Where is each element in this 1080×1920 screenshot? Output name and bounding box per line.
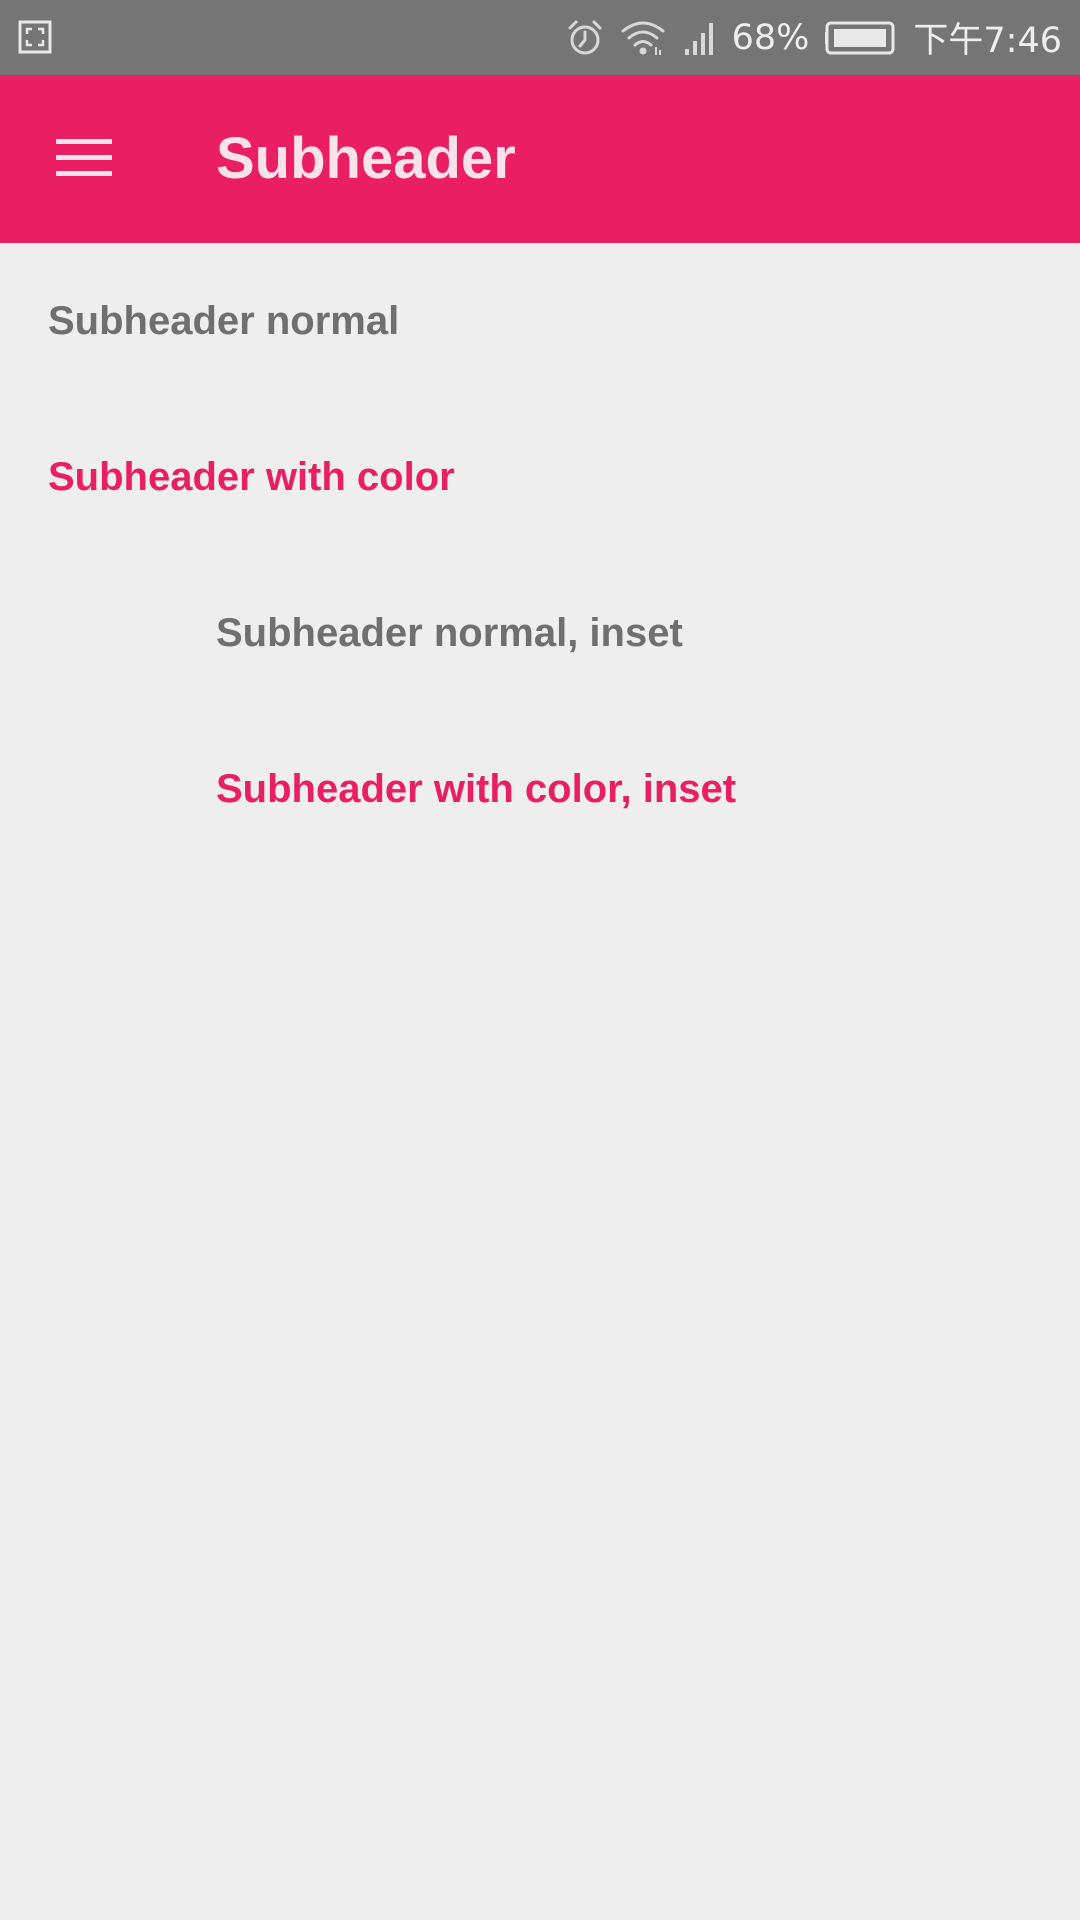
wifi-icon bbox=[620, 19, 666, 57]
screenshot-frame-icon bbox=[18, 20, 52, 54]
subheader-with-color-inset: Subheader with color, inset bbox=[216, 767, 737, 811]
battery-icon bbox=[825, 21, 897, 55]
menu-icon bbox=[56, 137, 112, 182]
battery-percent: 68% bbox=[731, 17, 810, 58]
subheader-with-color: Subheader with color bbox=[48, 455, 455, 499]
alarm-icon bbox=[566, 19, 604, 57]
menu-button[interactable] bbox=[40, 119, 128, 199]
subheader-list: Subheader normal Subheader with color Su… bbox=[0, 243, 1080, 867]
cell-signal-icon bbox=[682, 19, 716, 57]
app-bar: Subheader bbox=[0, 75, 1080, 243]
page-title: Subheader bbox=[216, 126, 516, 191]
status-bar: 68% 下午7:46 bbox=[0, 0, 1080, 75]
subheader-normal: Subheader normal bbox=[48, 299, 400, 343]
status-time: 下午7:46 bbox=[913, 21, 1062, 61]
status-icons: 68% 下午7:46 bbox=[566, 0, 1062, 75]
subheader-normal-inset: Subheader normal, inset bbox=[216, 611, 683, 655]
